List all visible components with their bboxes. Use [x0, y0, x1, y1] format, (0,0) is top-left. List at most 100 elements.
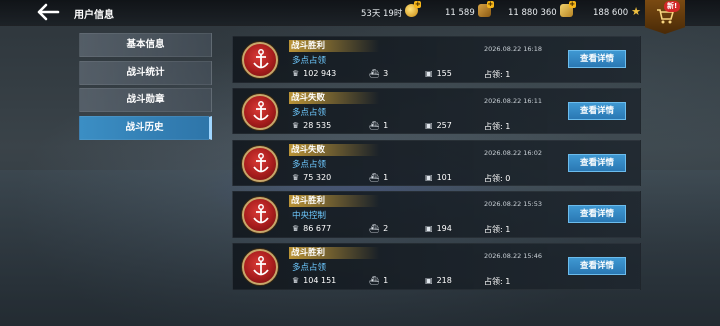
- score-crown-icon: ♛: [292, 69, 300, 78]
- supply-box-icon: ▣: [425, 276, 433, 286]
- view-details-button[interactable]: 查看详情: [568, 50, 626, 68]
- battle-row: 战斗胜利 多点占领 ♛ 104 151 ⛴ 1 ▣ 218 占领: 1 2026.08…: [232, 243, 641, 290]
- boxes-stat: ▣ 218: [425, 276, 452, 285]
- battle-row: 战斗胜利 中央控制 ♛ 86 677 ⛴ 2 ▣ 194 占领: 1 2026.08.…: [232, 191, 641, 238]
- ships-stat: ⛴ 3: [369, 69, 388, 78]
- battle-date: 2026.08.22 16:11: [484, 96, 543, 105]
- boxes-value: 155: [436, 69, 452, 78]
- ships-stat: ⛴ 2: [369, 224, 388, 233]
- ships-stat: ⛴ 1: [369, 121, 388, 130]
- anchor-emblem-icon: [242, 42, 278, 78]
- battle-date: 2026.08.22 15:46: [484, 252, 543, 261]
- capture-stat: 占领: 1: [484, 225, 511, 235]
- score-crown-icon: ♛: [292, 172, 300, 182]
- battle-mode: 多点占领: [292, 107, 327, 118]
- new-badge: 新!: [664, 1, 681, 12]
- star-icon: ★: [631, 5, 642, 18]
- ships-value: 1: [383, 120, 389, 130]
- boxes-stat: ▣ 101: [425, 173, 452, 182]
- ships-value: 1: [383, 172, 389, 182]
- crate-value: 11 589: [445, 7, 475, 18]
- premium-time[interactable]: 53天 19时 +: [361, 1, 422, 19]
- battle-result: 战斗胜利: [289, 247, 379, 260]
- score-stat: ♛ 102 943: [292, 69, 336, 78]
- top-bar: 用户信息 53天 19时 + 11 589 + 11 880 360 + 188…: [0, 0, 720, 26]
- sidebar-item-battle-stats[interactable]: 战斗统计: [79, 60, 212, 85]
- battle-result: 战斗失败: [289, 143, 379, 156]
- battle-date: 2026.08.22 16:18: [484, 45, 543, 53]
- sidebar-item-battle-medals[interactable]: 战斗勋章: [79, 88, 212, 112]
- ships-value: 2: [383, 224, 389, 234]
- ships-value: 1: [383, 276, 389, 286]
- view-details-button[interactable]: 查看详情: [568, 205, 626, 224]
- ship-icon: ⛴: [369, 120, 380, 130]
- score-stat: ♛ 75 320: [292, 173, 331, 182]
- supply-box-icon: ▣: [425, 224, 433, 234]
- score-crown-icon: ♛: [292, 276, 300, 286]
- star-value: 188 600: [593, 7, 629, 18]
- boxes-value: 101: [436, 172, 452, 182]
- supply-box-icon: ▣: [425, 172, 433, 182]
- anchor-emblem-icon: [242, 197, 278, 234]
- capture-stat: 占领: 0: [484, 173, 511, 183]
- gold-timer-icon: +: [405, 1, 422, 17]
- capture-stat: 占领: 1: [484, 277, 511, 287]
- boxes-value: 257: [436, 120, 452, 130]
- battle-row: 战斗失败 多点占领 ♛ 28 535 ⛴ 1 ▣ 257 占领: 1 2026.08.…: [232, 87, 641, 135]
- supply-box-icon: ▣: [425, 69, 433, 78]
- score-crown-icon: ♛: [292, 224, 300, 234]
- view-details-button[interactable]: 查看详情: [568, 257, 626, 276]
- boxes-value: 194: [436, 224, 452, 234]
- score-stat: ♛ 86 677: [292, 224, 331, 233]
- boxes-stat: ▣ 155: [425, 69, 452, 78]
- boxes-stat: ▣ 194: [425, 224, 452, 233]
- crate-counter[interactable]: 11 589 +: [445, 1, 494, 19]
- battle-row: 战斗胜利 多点占领 ♛ 102 943 ⛴ 3 ▣ 155 占领: 1 2026.08…: [232, 36, 641, 83]
- ship-icon: ⛴: [369, 276, 380, 286]
- premium-time-value: 53天 19时: [361, 8, 403, 19]
- sidebar-item-battle-history[interactable]: 战斗历史: [79, 115, 212, 140]
- battle-history-list: 战斗胜利 多点占领 ♛ 102 943 ⛴ 3 ▣ 155 占领: 1 2026.08…: [232, 36, 641, 295]
- score-value: 104 151: [303, 276, 337, 286]
- sidebar-item-basic-info[interactable]: 基本信息: [79, 33, 212, 57]
- battle-date: 2026.08.22 16:02: [484, 148, 543, 157]
- back-arrow-icon[interactable]: [36, 3, 60, 23]
- view-details-button[interactable]: 查看详情: [568, 153, 626, 172]
- silver-bars-icon: +: [559, 1, 576, 17]
- score-value: 102 943: [303, 69, 337, 78]
- battle-result: 战斗胜利: [289, 40, 379, 52]
- score-crown-icon: ♛: [292, 120, 300, 130]
- score-stat: ♛ 104 151: [292, 276, 336, 285]
- anchor-emblem-icon: [242, 93, 278, 130]
- ships-value: 3: [383, 69, 389, 78]
- crate-icon: +: [477, 1, 494, 17]
- ships-stat: ⛴ 1: [369, 173, 388, 182]
- battle-date: 2026.08.22 15:53: [484, 200, 543, 209]
- capture-stat: 占领: 1: [484, 70, 511, 79]
- star-counter[interactable]: 188 600 ★: [593, 5, 642, 19]
- boxes-stat: ▣ 257: [425, 121, 452, 130]
- view-details-button[interactable]: 查看详情: [568, 101, 626, 120]
- supply-box-icon: ▣: [425, 120, 433, 130]
- silver-counter[interactable]: 11 880 360 +: [508, 1, 576, 19]
- score-value: 75 320: [303, 172, 332, 182]
- ship-icon: ⛴: [369, 224, 380, 234]
- battle-mode: 中央控制: [292, 211, 327, 222]
- battle-mode: 多点占领: [292, 56, 327, 66]
- page-title: 用户信息: [74, 10, 114, 21]
- silver-value: 11 880 360: [508, 7, 557, 18]
- ship-icon: ⛴: [369, 69, 380, 78]
- battle-mode: 多点占领: [292, 263, 327, 274]
- battle-mode: 多点占领: [292, 159, 327, 170]
- capture-stat: 占领: 1: [484, 121, 511, 131]
- score-value: 86 677: [303, 224, 332, 234]
- battle-result: 战斗胜利: [289, 195, 379, 208]
- battle-result: 战斗失败: [289, 91, 379, 104]
- anchor-emblem-icon: [242, 145, 278, 182]
- ship-icon: ⛴: [369, 172, 380, 182]
- anchor-emblem-icon: [242, 249, 278, 286]
- sidebar: 基本信息 战斗统计 战斗勋章 战斗历史: [79, 33, 212, 143]
- battle-row: 战斗失败 多点占领 ♛ 75 320 ⛴ 1 ▣ 101 占领: 0 2026.08.…: [232, 139, 641, 187]
- boxes-value: 218: [436, 276, 452, 286]
- ships-stat: ⛴ 1: [369, 276, 388, 285]
